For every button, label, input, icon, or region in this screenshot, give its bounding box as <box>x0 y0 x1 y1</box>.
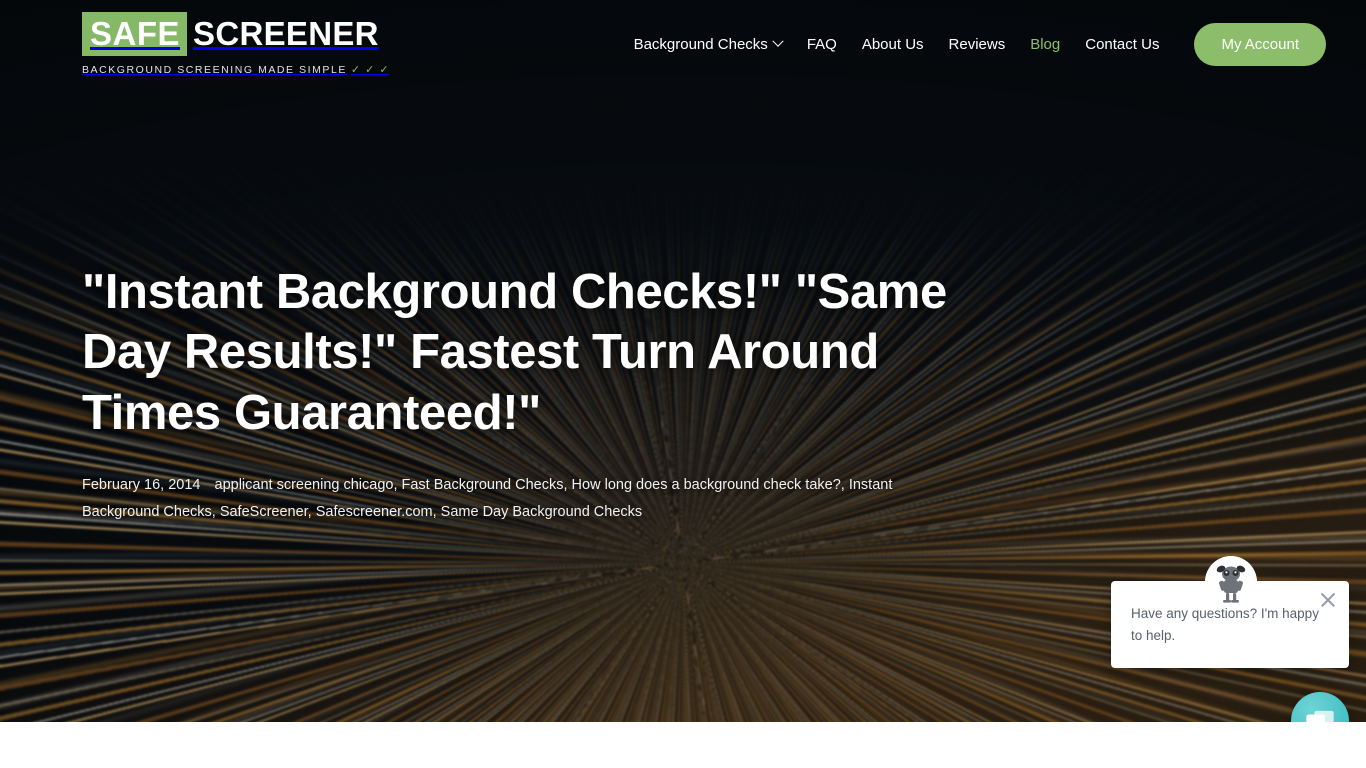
page-body-below-hero <box>0 722 1366 768</box>
chat-bubbles-icon <box>1306 710 1334 722</box>
close-icon[interactable] <box>1317 589 1339 611</box>
chat-agent-avatar <box>1205 556 1257 608</box>
post-meta: February 16, 2014 applicant screening chi… <box>82 472 972 527</box>
nav-label-contact-us: Contact Us <box>1085 35 1160 53</box>
logo-tagline: BACKGROUND SCREENING MADE SIMPLE <box>82 63 347 76</box>
nav-item-blog[interactable]: Blog <box>1030 36 1060 53</box>
nav-label-background-checks: Background Checks <box>633 35 768 53</box>
logo-wordmark: SAFE SCREENER <box>82 12 390 56</box>
logo-tagline-row: BACKGROUND SCREENING MADE SIMPLE ✓ ✓ ✓ <box>82 63 390 77</box>
main-navigation: Background Checks FAQ About Us Reviews B… <box>633 22 1326 66</box>
nav-item-reviews[interactable]: Reviews <box>949 36 1006 53</box>
checkmarks-icon: ✓ ✓ ✓ <box>350 64 390 76</box>
nav-item-faq[interactable]: FAQ <box>807 36 837 53</box>
hero-section: SAFE SCREENER BACKGROUND SCREENING MADE … <box>0 0 1366 722</box>
nav-label-about-us: About Us <box>861 35 924 53</box>
nav-label-faq: FAQ <box>806 35 837 53</box>
page-title: "Instant Background Checks!" "Same Day R… <box>82 265 947 440</box>
chat-greeting-text: Have any questions? I'm happy to help. <box>1131 606 1319 644</box>
site-logo[interactable]: SAFE SCREENER BACKGROUND SCREENING MADE … <box>82 12 390 76</box>
logo-screener-text: SCREENER <box>193 15 379 52</box>
post-tags[interactable]: applicant screening chicago, Fast Backgr… <box>82 477 892 521</box>
nav-label-blog: Blog <box>1030 35 1061 53</box>
nav-item-background-checks[interactable]: Background Checks <box>633 35 784 53</box>
my-account-button[interactable]: My Account <box>1194 22 1326 66</box>
hero-content: "Instant Background Checks!" "Same Day R… <box>82 262 972 527</box>
site-header: SAFE SCREENER BACKGROUND SCREENING MADE … <box>0 0 1366 88</box>
post-date: February 16, 2014 <box>82 476 201 493</box>
chevron-down-icon <box>772 35 784 47</box>
nav-label-reviews: Reviews <box>948 35 1006 53</box>
logo-safe-mark: SAFE <box>82 12 188 56</box>
nav-item-about-us[interactable]: About Us <box>862 36 924 53</box>
nav-item-contact-us[interactable]: Contact Us <box>1085 36 1159 53</box>
